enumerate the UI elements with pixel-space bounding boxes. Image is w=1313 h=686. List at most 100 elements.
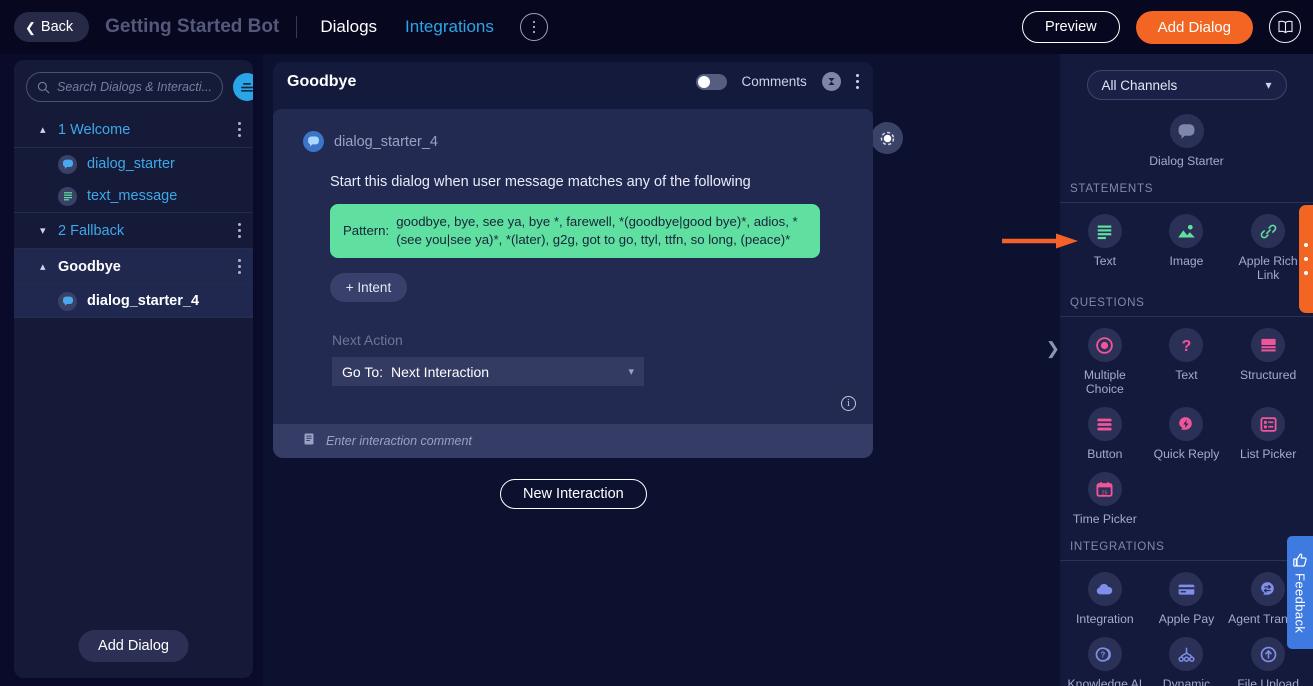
sidebar-group-goodbye[interactable]: ▴ Goodbye [14,249,253,284]
structured-list-icon [1251,328,1286,363]
sidebar-item-label: dialog_starter_4 [87,293,200,309]
chevron-up-icon: ▴ [40,261,46,273]
panel-drag-handle[interactable] [1299,205,1313,313]
svg-text:25: 25 [1102,490,1108,496]
list-picker-icon [1251,407,1286,442]
search-placeholder: Search Dialogs & Interacti... [57,80,212,94]
component-apple-rich-link[interactable]: Apple Rich Link [1227,214,1309,282]
comment-icon [303,432,316,451]
text-lines-icon [58,186,77,206]
cloud-icon [1087,572,1122,607]
interaction-card-header: dialog_starter_4 [273,109,873,152]
close-circle-icon[interactable] [821,72,841,91]
file-upload-icon [1251,637,1286,672]
svg-text:?: ? [1101,650,1106,659]
info-icon[interactable]: i [841,396,856,411]
add-dialog-button[interactable]: Add Dialog [1135,10,1253,44]
new-interaction-button[interactable]: New Interaction [500,479,647,509]
search-input[interactable]: Search Dialogs & Interacti... [26,72,223,102]
group-more-button[interactable] [238,122,241,137]
page-title: Goodbye [287,72,357,90]
tab-dialogs[interactable]: Dialogs [320,17,377,37]
component-button-question[interactable]: Button [1064,407,1146,461]
header-more-button[interactable] [519,13,548,41]
component-integration[interactable]: Integration [1064,572,1146,626]
component-library-panel: All Channels ▾ Dialog Starter STATEMENTS [1060,54,1313,686]
chat-bubble-icon [58,154,77,174]
svg-text:?: ? [1182,338,1192,355]
panel-more-button[interactable] [855,73,859,90]
questions-grid: Multiple Choice ? Text Structured Button… [1060,317,1313,526]
component-structured-question[interactable]: Structured [1227,328,1309,396]
back-button-label: Back [40,19,74,35]
sidebar-item-dialog-starter[interactable]: dialog_starter [14,148,253,180]
collapse-right-panel-button[interactable]: ❯ [1046,339,1060,359]
filter-button[interactable] [232,73,253,101]
next-action-label: Next Action [332,332,403,349]
dialog-starter-icon [303,131,324,152]
calendar-icon: 25 [1087,472,1122,507]
sidebar-item-label: text_message [87,188,178,204]
text-lines-icon [1087,214,1122,249]
pattern-value: goodbye, bye, see ya, bye *, farewell, *… [396,214,798,248]
panel-header-actions: Comments [695,72,859,91]
preview-bubble-button[interactable] [871,122,903,154]
top-bar: ❮ Back Getting Started Bot Dialogs Integ… [0,0,1313,54]
button-rows-icon [1087,407,1122,442]
statements-grid: Text Image Apple Rich Link [1060,203,1313,282]
question-mark-icon: ? [1169,328,1204,363]
component-quick-reply[interactable]: Quick Reply [1146,407,1228,461]
lightning-bubble-icon [1169,407,1204,442]
sidebar-group-label: 2 Fallback [58,222,125,239]
image-icon [1169,214,1204,249]
component-label: Text [1175,368,1198,383]
back-button[interactable]: ❮ Back [14,12,90,42]
preview-button[interactable]: Preview [1022,11,1120,43]
routing-icon [1169,637,1204,672]
goto-label: Go To: [342,363,383,380]
channels-select[interactable]: All Channels ▾ [1086,70,1287,100]
sidebar-group-welcome[interactable]: ▴ 1 Welcome [14,112,253,147]
component-label: List Picker [1240,447,1297,462]
add-intent-button[interactable]: + Intent [330,273,407,303]
drag-handle-icon [1304,243,1308,247]
component-image-statement[interactable]: Image [1146,214,1228,282]
interaction-comment-row[interactable]: Enter interaction comment [273,424,873,458]
top-bar-actions: Preview Add Dialog [1022,10,1301,44]
component-dialog-starter[interactable]: Dialog Starter [1060,114,1313,168]
component-list-picker[interactable]: List Picker [1227,407,1309,461]
dialogs-sidebar: Search Dialogs & Interacti... ▴ 1 Welcom… [14,60,253,678]
sidebar-group-fallback[interactable]: ▾ 2 Fallback [14,213,253,248]
sidebar-item-dialog-starter-4[interactable]: dialog_starter_4 [14,285,253,317]
component-text-question[interactable]: ? Text [1146,328,1228,396]
feedback-button[interactable]: Feedback [1287,536,1313,649]
divider [14,317,253,318]
component-time-picker[interactable]: 25 Time Picker [1064,472,1146,526]
component-label: Apple Rich Link [1238,254,1298,283]
pattern-key: Pattern: [343,223,390,239]
component-knowledge-ai[interactable]: ? Knowledge AI [1064,637,1146,686]
component-apple-pay[interactable]: Apple Pay [1146,572,1228,626]
bot-title: Getting Started Bot [105,16,280,37]
component-dynamic-routing[interactable]: Dynamic Routing [1146,637,1228,686]
tab-integrations[interactable]: Integrations [405,17,494,37]
section-header-statements: STATEMENTS [1070,182,1154,196]
sidebar-item-text-message[interactable]: text_message [14,180,253,212]
component-text-statement[interactable]: Text [1064,214,1146,282]
documentation-button[interactable] [1269,11,1301,43]
component-label: Integration [1076,612,1134,627]
comments-toggle[interactable] [695,73,727,90]
component-multiple-choice[interactable]: Multiple Choice [1064,328,1146,396]
sidebar-add-dialog-button[interactable]: Add Dialog [78,630,189,662]
preview-icon [880,131,894,145]
group-more-button[interactable] [238,259,241,274]
chevron-up-icon: ▴ [40,124,46,136]
interaction-card: dialog_starter_4 Start this dialog when … [273,109,873,458]
sidebar-group-label: 1 Welcome [58,121,131,138]
group-more-button[interactable] [238,223,241,238]
transfer-bubble-icon [1251,572,1286,607]
pattern-pill[interactable]: Pattern: goodbye, bye, see ya, bye *, fa… [330,204,820,259]
radio-button-icon [1087,328,1122,363]
goto-select[interactable]: Go To: Next Interaction ▾ [332,357,644,387]
component-label: Text [1093,254,1116,269]
